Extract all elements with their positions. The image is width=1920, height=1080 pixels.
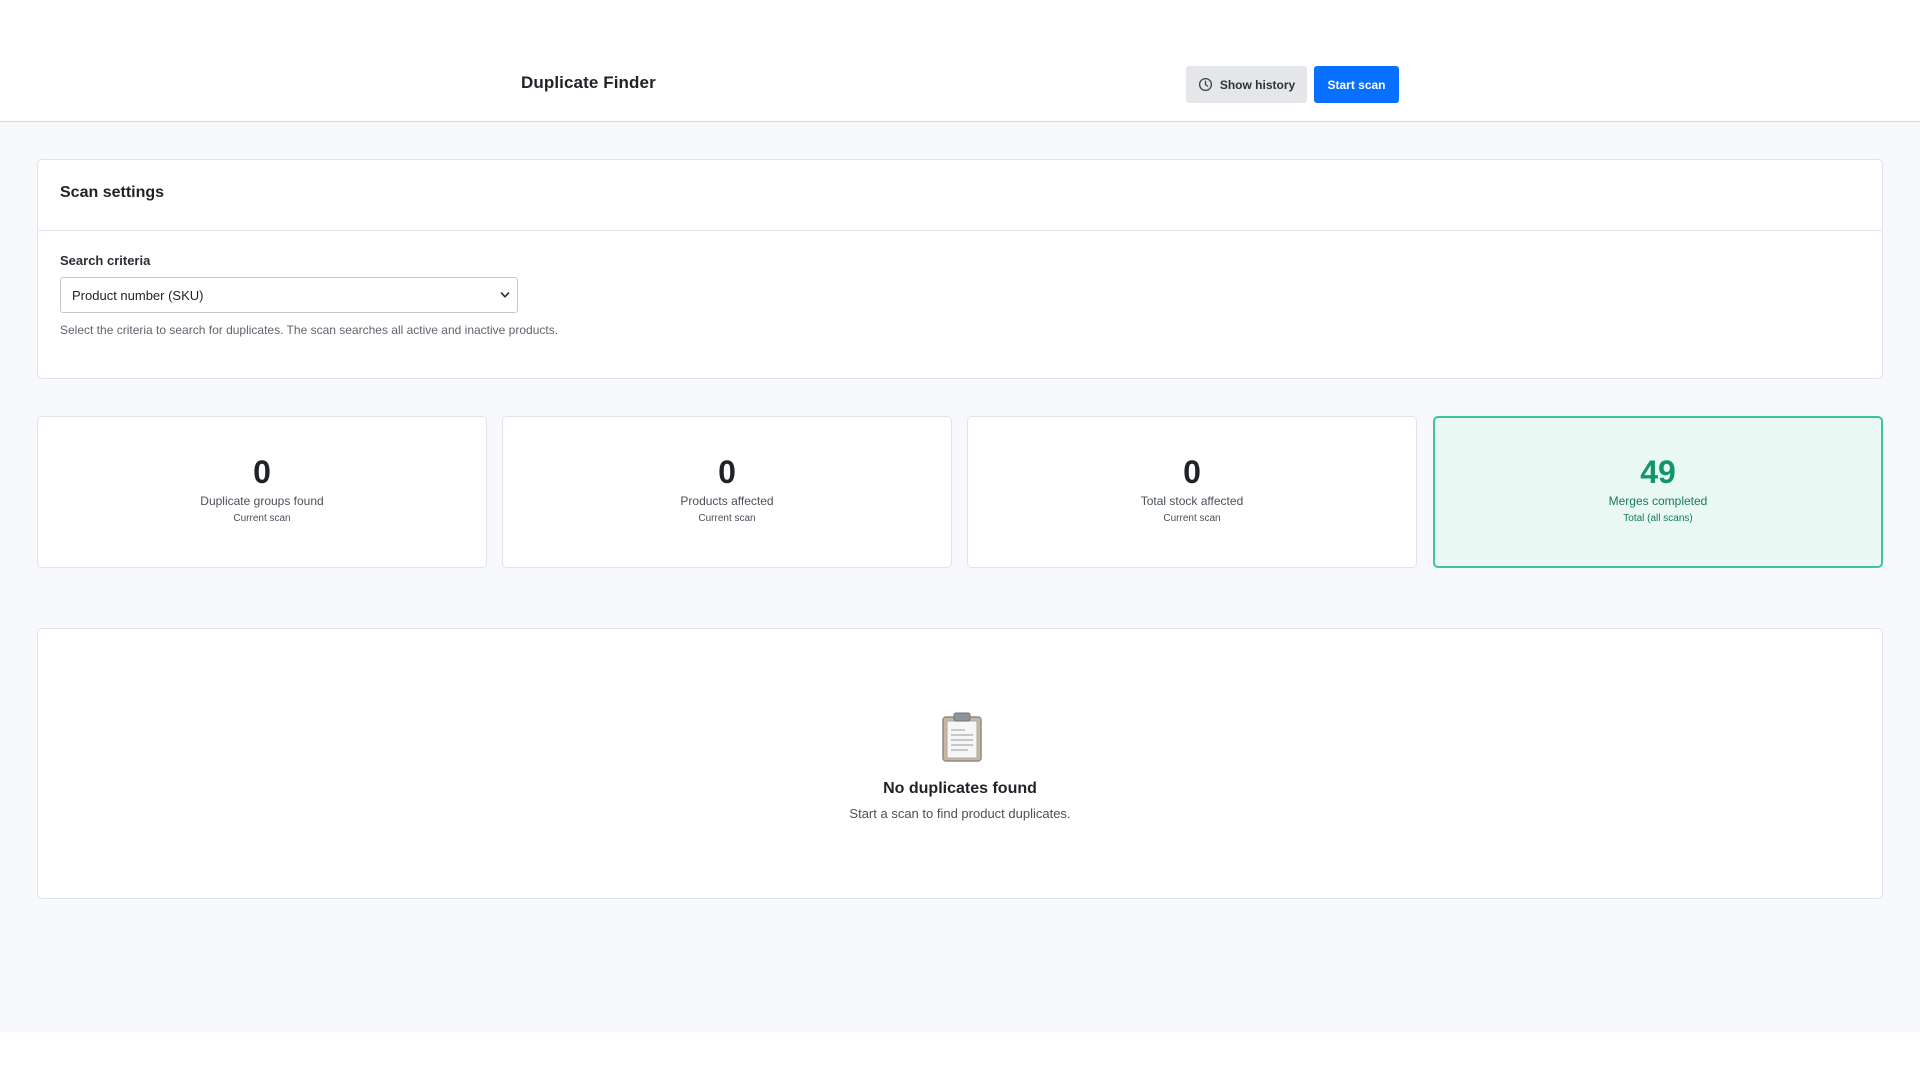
show-history-label: Show history (1219, 77, 1296, 92)
app-root: Duplicate Finder Show history Start scan… (0, 0, 1920, 1032)
scan-settings-header: Scan settings (38, 160, 1882, 231)
scan-settings-title: Scan settings (60, 184, 165, 201)
stat-sublabel: Current scan (233, 513, 291, 524)
empty-state-title: No duplicates found (883, 780, 1037, 797)
stat-duplicate-groups: 0 Duplicate groups found Current scan (37, 416, 487, 568)
start-scan-button[interactable]: Start scan (1314, 66, 1399, 103)
stat-label: Total stock affected (1140, 494, 1244, 508)
stat-sublabel: Total (all scans) (1623, 513, 1693, 524)
search-criteria-value[interactable]: Product number (SKU) (60, 277, 518, 313)
scan-settings-card: Scan settings Search criteria Product nu… (37, 159, 1883, 379)
search-criteria-label: Search criteria (60, 253, 151, 268)
stat-products-affected: 0 Products affected Current scan (502, 416, 952, 568)
chevron-down-icon (500, 292, 510, 298)
stat-merges-completed: 49 Merges completed Total (all scans) (1433, 416, 1883, 568)
stat-sublabel: Current scan (1163, 513, 1221, 524)
scan-settings-body: Search criteria Product number (SKU) Sel… (38, 231, 1882, 337)
search-criteria-select[interactable]: Product number (SKU) (60, 277, 518, 313)
stat-sublabel: Current scan (698, 513, 756, 524)
results-empty-state: No duplicates found Start a scan to find… (37, 628, 1883, 899)
stat-total-stock-affected: 0 Total stock affected Current scan (967, 416, 1417, 568)
stat-value: 0 (718, 454, 736, 490)
clipboard-icon (942, 712, 982, 762)
stat-value: 49 (1640, 454, 1676, 490)
page-title: Duplicate Finder (521, 73, 656, 92)
stat-label: Merges completed (1608, 494, 1708, 508)
stat-value: 0 (1183, 454, 1201, 490)
search-criteria-help: Select the criteria to search for duplic… (60, 323, 559, 337)
empty-state-subtitle: Start a scan to find product duplicates. (849, 806, 1071, 821)
stat-label: Products affected (680, 494, 774, 508)
top-bar: Duplicate Finder Show history Start scan (0, 0, 1920, 122)
clock-icon (1198, 77, 1212, 92)
show-history-button[interactable]: Show history (1186, 66, 1307, 103)
stat-label: Duplicate groups found (200, 494, 324, 508)
stat-value: 0 (253, 454, 271, 490)
